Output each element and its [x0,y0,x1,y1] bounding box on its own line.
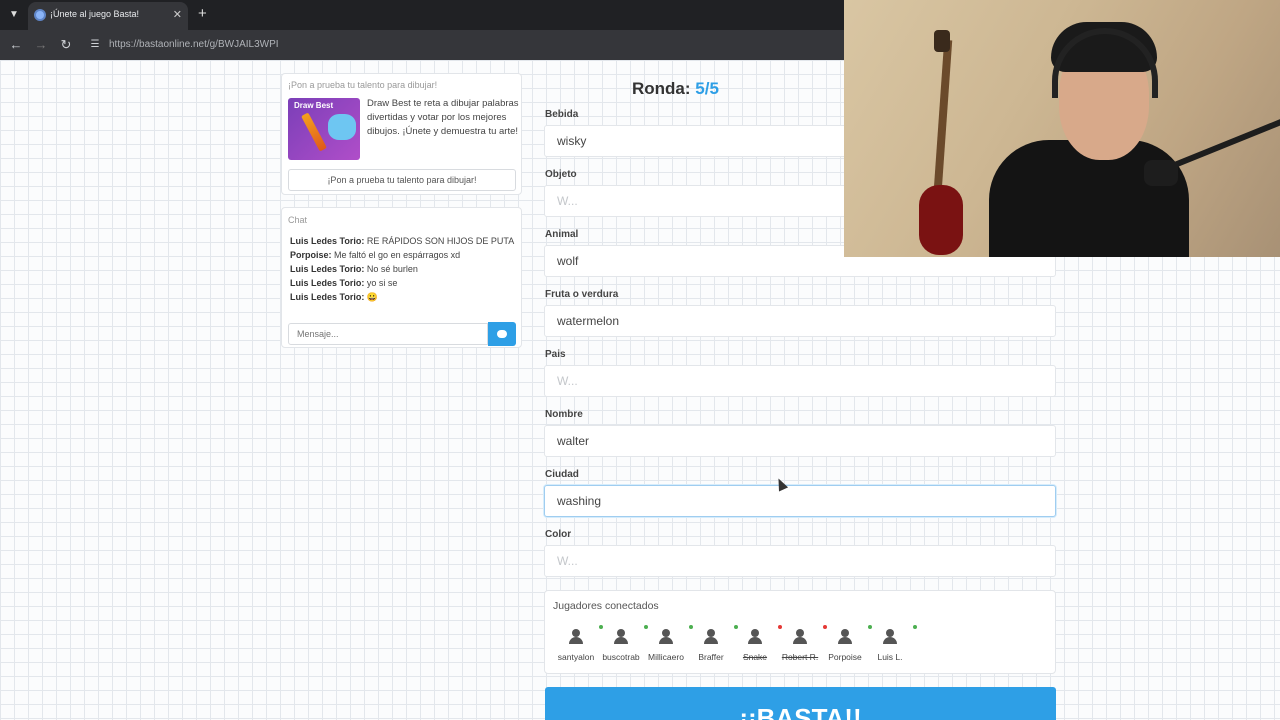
field-input-pais[interactable] [544,365,1056,397]
players-header: Jugadores conectados [553,600,659,612]
user-icon [702,625,738,645]
player-name: buscotrab [602,652,640,662]
chat-message: Luis Ledes Torio: 😀 [290,290,516,304]
field-label-ciudad: Ciudad [545,469,579,480]
field-label-nombre: Nombre [545,409,583,420]
url-field[interactable]: https://bastaonline.net/g/BWJAIL3WPI [109,39,279,50]
chat-text: No sé burlen [366,264,418,274]
user-icon [657,625,693,645]
player-status-dot [913,625,917,629]
tab-title: ¡Únete al juego Basta! [50,9,140,19]
user-icon [612,625,648,645]
promo-header: ¡Pon a prueba tu talento para dibujar! [288,80,438,90]
field-label-animal: Animal [545,229,579,240]
tab-search-chevron-icon[interactable]: ▼ [6,7,22,23]
chat-send-button[interactable] [488,322,516,346]
field-label-objeto: Objeto [545,169,577,180]
chat-message: Luis Ledes Torio: RE RÁPIDOS SON HIJOS D… [290,234,516,248]
draw-best-image[interactable]: Draw Best [288,98,360,160]
chat-panel: Chat Luis Ledes Torio: RE RÁPIDOS SON HI… [281,207,522,348]
guitar-headstock-graphic [934,30,950,52]
chat-header: Chat [288,215,308,225]
chat-user: Luis Ledes Torio: [290,292,365,302]
chat-message-input[interactable] [288,323,488,345]
chat-messages: Luis Ledes Torio: RE RÁPIDOS SON HIJOS D… [290,234,516,304]
player-item[interactable]: Millicaero [641,625,693,667]
chat-message: Luis Ledes Torio: No sé burlen [290,262,516,276]
promo-panel: ¡Pon a prueba tu talento para dibujar! D… [281,73,522,195]
guitar-body-graphic [919,185,963,255]
user-icon [836,625,872,645]
field-input-fruta[interactable] [544,305,1056,337]
player-item[interactable]: Luis L. [865,625,917,667]
field-label-fruta: Fruta o verdura [545,289,619,300]
player-name: Braffer [698,652,724,662]
connected-players-panel: Jugadores conectados santyalon buscotrab… [544,590,1056,674]
site-info-icon[interactable]: ☰ [88,38,102,52]
webcam-overlay [844,0,1280,257]
field-label-bebida: Bebida [545,109,579,120]
player-name: Porpoise [828,652,862,662]
chat-user: Porpoise: [290,250,332,260]
field-input-ciudad[interactable] [544,485,1056,517]
player-item[interactable]: buscotrab [596,625,648,667]
field-label-color: Color [545,529,572,540]
globe-icon [34,9,46,21]
player-name: Robert R. [781,652,819,662]
chat-message: Porpoise: Me faltó el go en espárragos x… [290,248,516,262]
mic-arm-graphic [1167,115,1280,171]
chat-message: Luis Ledes Torio: yo si se [290,276,516,290]
field-input-color[interactable] [544,545,1056,577]
player-name: Millicaero [648,652,684,662]
new-tab-icon[interactable]: + [198,5,207,23]
pencil-graphic [301,112,327,152]
draw-best-logo-text: Draw Best [294,101,334,110]
speech-bubble-graphic [328,114,356,140]
user-icon [881,625,917,645]
basta-button-label: ¡¡BASTA!! [739,703,862,720]
player-item[interactable]: santyalon [551,625,603,667]
chat-user: Luis Ledes Torio: [290,236,365,246]
back-icon[interactable]: ← [8,37,24,53]
user-icon [791,625,827,645]
chat-text: RE RÁPIDOS SON HIJOS DE PUTA [366,236,515,246]
basta-button[interactable]: ¡¡BASTA!! [545,687,1056,720]
player-name: Snake [742,652,768,662]
chat-text: Me faltó el go en espárragos xd [334,250,461,260]
user-icon [746,625,782,645]
round-indicator: Ronda: 5/5 [632,79,719,99]
user-icon [567,625,603,645]
player-item[interactable]: Braffer [686,625,738,667]
player-item[interactable]: Porpoise [820,625,872,667]
promo-text: Draw Best te reta a dibujar palabras div… [367,98,519,137]
chat-text: 😀 [366,292,379,302]
player-item[interactable]: Robert R. [775,625,827,667]
player-name: santyalon [557,652,595,662]
chat-user: Luis Ledes Torio: [290,278,365,288]
browser-tab[interactable]: ¡Únete al juego Basta! ✕ [28,2,188,30]
chat-user: Luis Ledes Torio: [290,264,365,274]
round-value: 5/5 [695,79,719,98]
reload-icon[interactable]: ↻ [58,37,74,53]
player-item[interactable]: Snake [730,625,782,667]
field-label-pais: Pais [545,349,566,360]
field-input-nombre[interactable] [544,425,1056,457]
guitar-neck-graphic [933,39,953,191]
close-icon[interactable]: ✕ [173,8,182,22]
chat-text: yo si se [366,278,398,288]
promo-button[interactable]: ¡Pon a prueba tu talento para dibujar! [288,169,516,191]
send-message-icon [497,330,507,338]
microphone-graphic [1144,160,1178,186]
forward-icon[interactable]: → [33,37,49,53]
round-label: Ronda: [632,79,691,98]
player-name: Luis L. [877,652,903,662]
